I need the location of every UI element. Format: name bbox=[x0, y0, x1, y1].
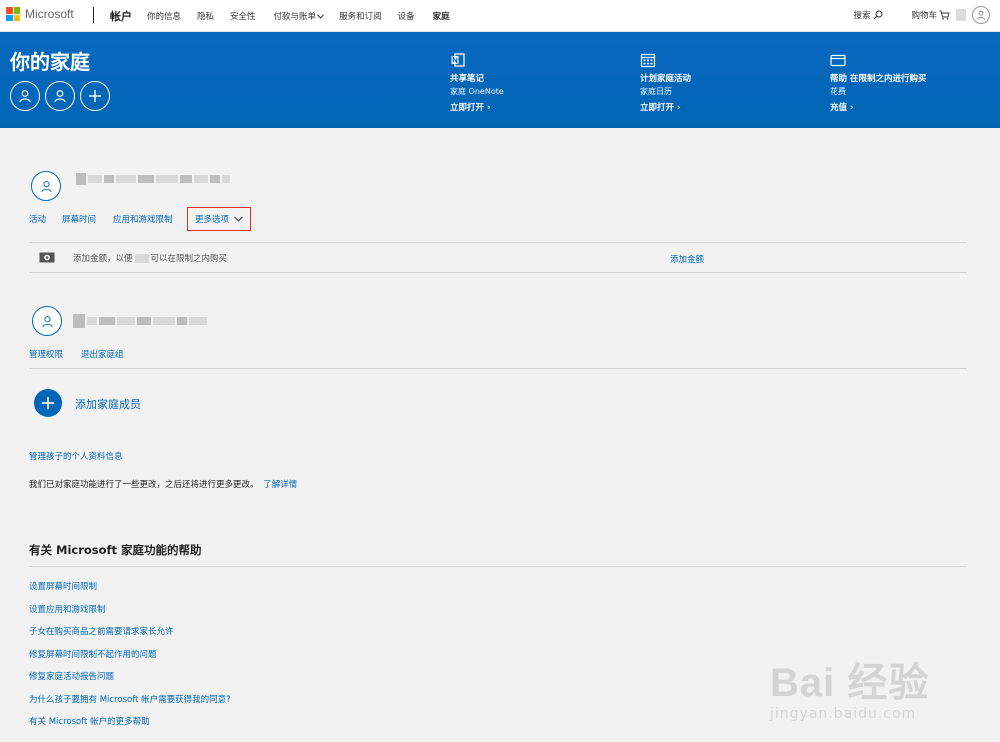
top-navigation-bar: Microsoft 帐户 你的信息 隐私 安全性 付款与账单 服务和订阅 设备 … bbox=[0, 0, 1000, 32]
logo-text: Microsoft bbox=[25, 7, 74, 21]
tab-app-game-limits[interactable]: 应用和游戏限制 bbox=[113, 213, 173, 225]
more-options-label: 更多选项 bbox=[194, 215, 229, 225]
help-link-app-game-limits[interactable]: 设置应用和游戏限制 bbox=[29, 603, 106, 615]
person-icon bbox=[977, 10, 985, 20]
cart-label[interactable]: 购物车 bbox=[911, 9, 937, 21]
add-money-link[interactable]: 添加金额 bbox=[670, 253, 704, 265]
notice-pre: 添加金额，以便 bbox=[73, 254, 133, 264]
nav-link-your-info[interactable]: 你的信息 bbox=[147, 10, 181, 22]
learn-more-link[interactable]: 了解详情 bbox=[263, 480, 297, 490]
nav-link-family[interactable]: 家庭 bbox=[433, 10, 450, 22]
microsoft-logo-icon bbox=[6, 7, 20, 21]
baidu-watermark: Bai 经验 jingyan.baidu.com bbox=[770, 650, 929, 722]
plus-icon bbox=[89, 90, 101, 102]
account-avatar[interactable] bbox=[972, 6, 990, 24]
nav-brand-account[interactable]: 帐户 bbox=[110, 8, 132, 24]
person-icon bbox=[54, 90, 66, 103]
family-member-circles bbox=[10, 81, 115, 111]
help-link-consent[interactable]: 为什么孩子要拥有 Microsoft 帐户需要获得我的同意? bbox=[29, 693, 231, 705]
page-title: 你的家庭 bbox=[10, 50, 90, 74]
nav-right: 搜索 购物车 bbox=[853, 6, 990, 24]
nav-link-security[interactable]: 安全性 bbox=[230, 10, 256, 22]
notice-text: 我们已对家庭功能进行了一些更改，之后还将进行更多更改。 bbox=[29, 480, 259, 490]
member-circle-1[interactable] bbox=[10, 81, 40, 111]
divider bbox=[29, 272, 967, 273]
divider bbox=[29, 566, 967, 567]
more-options-dropdown[interactable]: 更多选项 bbox=[187, 207, 251, 231]
add-money-banner-link[interactable]: 充值 › bbox=[830, 101, 926, 113]
help-link-fix-screen-time[interactable]: 修复屏幕时间限制不起作用的问题 bbox=[29, 648, 157, 660]
add-family-member-link[interactable]: 添加家庭成员 bbox=[75, 396, 141, 412]
nav-links: 你的信息 隐私 安全性 付款与账单 服务和订阅 设备 家庭 bbox=[147, 10, 450, 22]
feature-title: 计划家庭活动 bbox=[640, 74, 692, 84]
feature-family-calendar: 计划家庭活动 家庭日历 立即打开 › bbox=[640, 52, 691, 113]
person-icon bbox=[41, 315, 53, 327]
feature-shared-notes: 共享笔记 家庭 OneNote 立即打开 › bbox=[450, 52, 504, 113]
add-money-notice: 添加金额，以便 可以在限制之内购买 bbox=[73, 252, 227, 264]
chevron-down-icon bbox=[317, 14, 324, 19]
watermark-sub: jingyan.baidu.com bbox=[770, 706, 917, 722]
tab-screen-time[interactable]: 屏幕时间 bbox=[62, 213, 96, 225]
member-avatar[interactable] bbox=[32, 306, 62, 336]
divider bbox=[29, 242, 967, 243]
open-onenote-link[interactable]: 立即打开 › bbox=[450, 101, 504, 113]
calendar-icon bbox=[640, 53, 656, 68]
tab-activity[interactable]: 活动 bbox=[29, 213, 46, 225]
nav-link-payment-billing[interactable]: 付款与账单 bbox=[274, 10, 325, 22]
card-icon bbox=[830, 54, 846, 67]
member-circle-2[interactable] bbox=[45, 81, 75, 111]
cart-icon[interactable] bbox=[939, 10, 950, 20]
add-member-circle[interactable] bbox=[80, 81, 110, 111]
search-label[interactable]: 搜索 bbox=[853, 9, 870, 21]
manage-permissions-link[interactable]: 管理权限 bbox=[29, 348, 63, 360]
leave-family-link[interactable]: 退出家庭组 bbox=[81, 348, 124, 360]
blurred-name bbox=[134, 254, 149, 263]
blurred-account-name bbox=[956, 9, 966, 21]
person-icon bbox=[19, 90, 31, 103]
nav-link-services-subscriptions[interactable]: 服务和订阅 bbox=[339, 10, 382, 22]
divider bbox=[29, 368, 967, 369]
help-link-activity-report[interactable]: 修复家庭活动报告问题 bbox=[29, 670, 114, 682]
blurred-member-name bbox=[76, 172, 232, 186]
plus-icon bbox=[42, 397, 54, 409]
manage-child-profile-link[interactable]: 管理孩子的个人资料信息 bbox=[29, 450, 123, 462]
person-icon bbox=[40, 180, 52, 192]
add-member-button[interactable] bbox=[34, 389, 62, 417]
onenote-icon bbox=[451, 53, 465, 67]
help-link-screen-time[interactable]: 设置屏幕时间限制 bbox=[29, 580, 97, 592]
family-changes-notice: 我们已对家庭功能进行了一些更改，之后还将进行更多更改。 了解详情 bbox=[29, 478, 297, 490]
watermark-main: Bai 经验 bbox=[770, 661, 930, 705]
help-section-title: 有关 Microsoft 家庭功能的帮助 bbox=[29, 543, 202, 557]
microsoft-logo[interactable]: Microsoft bbox=[6, 7, 74, 21]
nav-link-privacy[interactable]: 隐私 bbox=[197, 10, 214, 22]
help-link-more-help[interactable]: 有关 Microsoft 帐户的更多帮助 bbox=[29, 715, 150, 727]
feature-spending: 帮助 在限制之内进行购买 花费 充值 › bbox=[830, 52, 926, 113]
money-icon bbox=[39, 252, 55, 263]
search-icon[interactable] bbox=[873, 10, 883, 20]
open-calendar-link[interactable]: 立即打开 › bbox=[640, 101, 691, 113]
feature-subtitle: 家庭 OneNote bbox=[450, 87, 504, 96]
feature-title: 帮助 在限制之内进行购买 bbox=[830, 74, 927, 84]
feature-title: 共享笔记 bbox=[450, 74, 485, 84]
notice-post: 可以在限制之内购买 bbox=[150, 254, 228, 264]
nav-link-payment-label: 付款与账单 bbox=[273, 12, 317, 22]
nav-link-devices[interactable]: 设备 bbox=[398, 10, 415, 22]
family-banner: 你的家庭 共享笔记 家庭 OneNote 立即打开 › 计划家庭活动 家庭日历 … bbox=[0, 32, 1000, 128]
blurred-member-name bbox=[73, 314, 209, 328]
member-avatar[interactable] bbox=[31, 171, 61, 201]
chevron-down-icon bbox=[234, 216, 243, 222]
feature-subtitle: 花费 bbox=[830, 87, 846, 96]
help-link-ask-parent[interactable]: 子女在购买商品之前需要请求家长允许 bbox=[29, 625, 174, 637]
feature-subtitle: 家庭日历 bbox=[640, 87, 672, 96]
nav-divider bbox=[93, 7, 94, 23]
